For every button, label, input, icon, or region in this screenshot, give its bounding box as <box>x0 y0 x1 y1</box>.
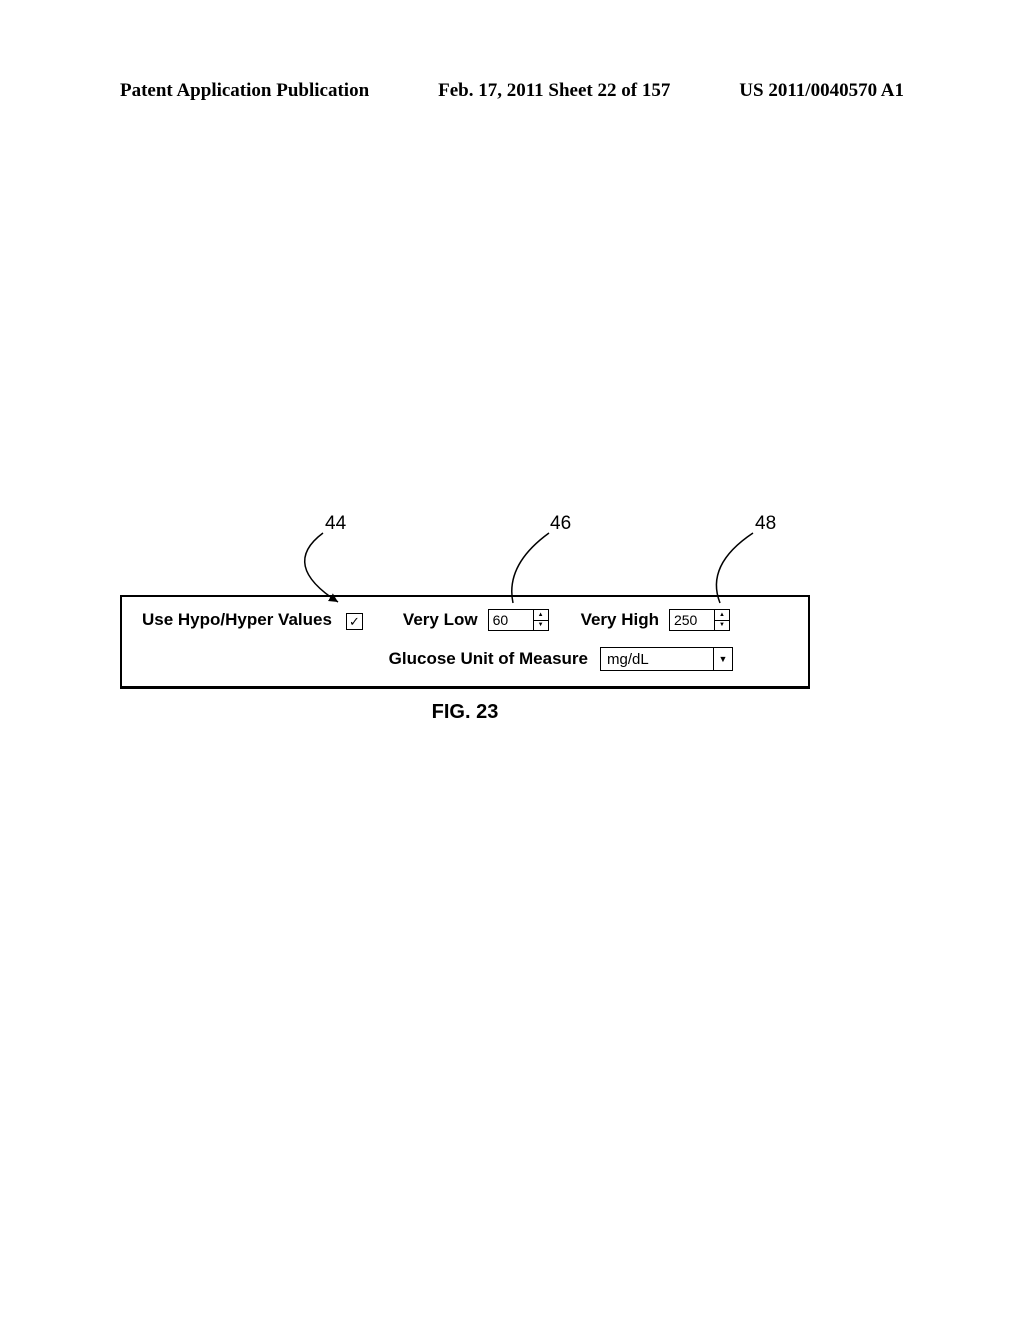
glucose-unit-value: mg/dL <box>601 648 713 670</box>
spinner-down-icon[interactable]: ▼ <box>534 621 548 631</box>
row-unit: Glucose Unit of Measure mg/dL ▼ <box>142 647 788 671</box>
figure-label: FIG. 23 <box>120 701 810 724</box>
very-low-value[interactable]: 60 <box>489 610 534 630</box>
figure-container: 44 46 48 Use Hypo/Hyper Values ✓ Very Lo… <box>120 595 810 724</box>
header-center: Feb. 17, 2011 Sheet 22 of 157 <box>438 80 670 102</box>
very-low-label: Very Low <box>403 610 478 630</box>
page-header: Patent Application Publication Feb. 17, … <box>0 80 1024 102</box>
very-high-label: Very High <box>581 610 659 630</box>
callout-44-label: 44 <box>325 513 346 535</box>
spinner-up-icon[interactable]: ▲ <box>534 610 548 621</box>
header-right: US 2011/0040570 A1 <box>739 80 1024 102</box>
header-left: Patent Application Publication <box>0 80 369 102</box>
spinner-down-icon[interactable]: ▼ <box>715 621 729 631</box>
settings-panel: Use Hypo/Hyper Values ✓ Very Low 60 ▲ ▼ … <box>120 595 810 689</box>
glucose-unit-dropdown[interactable]: mg/dL ▼ <box>600 647 733 671</box>
glucose-unit-label: Glucose Unit of Measure <box>389 649 588 669</box>
row-hypo-hyper: Use Hypo/Hyper Values ✓ Very Low 60 ▲ ▼ … <box>142 609 788 631</box>
very-low-spinner-buttons[interactable]: ▲ ▼ <box>534 610 548 630</box>
use-hypo-hyper-label: Use Hypo/Hyper Values <box>142 610 332 630</box>
very-high-spinner-buttons[interactable]: ▲ ▼ <box>715 610 729 630</box>
very-high-spinner[interactable]: 250 ▲ ▼ <box>669 609 730 631</box>
use-hypo-hyper-checkbox[interactable]: ✓ <box>346 613 363 630</box>
spinner-up-icon[interactable]: ▲ <box>715 610 729 621</box>
chevron-down-icon[interactable]: ▼ <box>713 648 732 670</box>
callout-46-label: 46 <box>550 513 571 535</box>
very-low-spinner[interactable]: 60 ▲ ▼ <box>488 609 549 631</box>
very-high-value[interactable]: 250 <box>670 610 715 630</box>
callout-48-label: 48 <box>755 513 776 535</box>
